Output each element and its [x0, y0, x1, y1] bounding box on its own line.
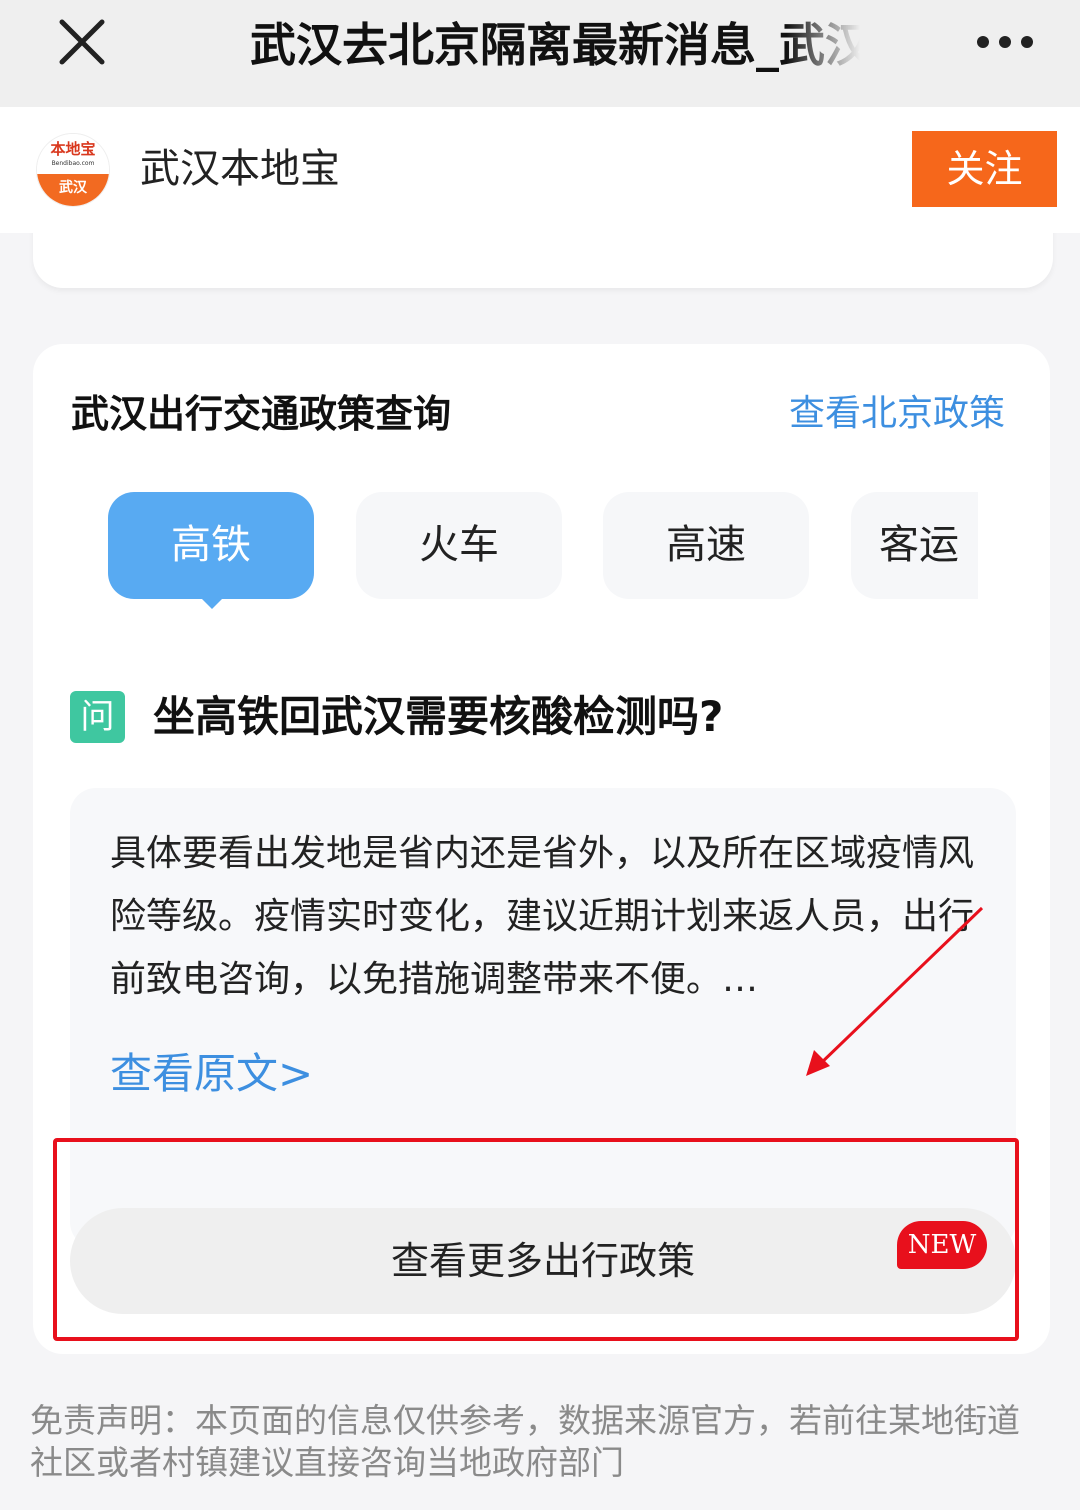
- view-beijing-policy-link[interactable]: 查看北京政策: [789, 386, 1005, 442]
- tab-train[interactable]: 火车: [356, 492, 562, 599]
- account-header: 本地宝 Bendibao.com 武汉 武汉本地宝 关注: [0, 107, 1080, 233]
- card-title: 武汉出行交通政策查询: [71, 392, 452, 436]
- top-navigation-bar: 武汉去北京隔离最新消息_武汉本地宝: [0, 0, 1080, 107]
- logo-domain-text: Bendibao.com: [51, 160, 95, 167]
- account-logo[interactable]: 本地宝 Bendibao.com 武汉: [36, 133, 110, 207]
- page-title: 武汉去北京隔离最新消息_武汉本地宝: [250, 18, 860, 72]
- follow-button[interactable]: 关注: [912, 131, 1057, 207]
- red-arrow-icon: [806, 906, 984, 1076]
- view-original-link[interactable]: 查看原文>: [110, 1044, 313, 1104]
- question-badge: 问: [70, 691, 125, 743]
- tab-high-speed-rail[interactable]: 高铁: [108, 492, 314, 599]
- transport-tabs: 高铁 火车 高速 客运: [108, 492, 978, 612]
- logo-brand-text: 本地宝: [37, 134, 109, 174]
- close-icon: [59, 19, 105, 65]
- logo-city-text: 武汉: [37, 174, 109, 206]
- account-name[interactable]: 武汉本地宝: [140, 137, 340, 201]
- more-options-button[interactable]: [970, 20, 1040, 64]
- disclaimer-text: 免责声明：本页面的信息仅供参考，数据来源官方，若前往某地街道社区或者村镇建议直接…: [30, 1401, 1020, 1482]
- question-text: 坐高铁回武汉需要核酸检测吗?: [153, 692, 724, 741]
- highlight-box: [53, 1138, 1019, 1341]
- active-tab-pointer: [198, 595, 226, 609]
- tab-coach[interactable]: 客运: [851, 492, 978, 599]
- more-dots-icon: [977, 36, 1033, 48]
- tab-highway[interactable]: 高速: [603, 492, 809, 599]
- close-button[interactable]: [52, 12, 112, 72]
